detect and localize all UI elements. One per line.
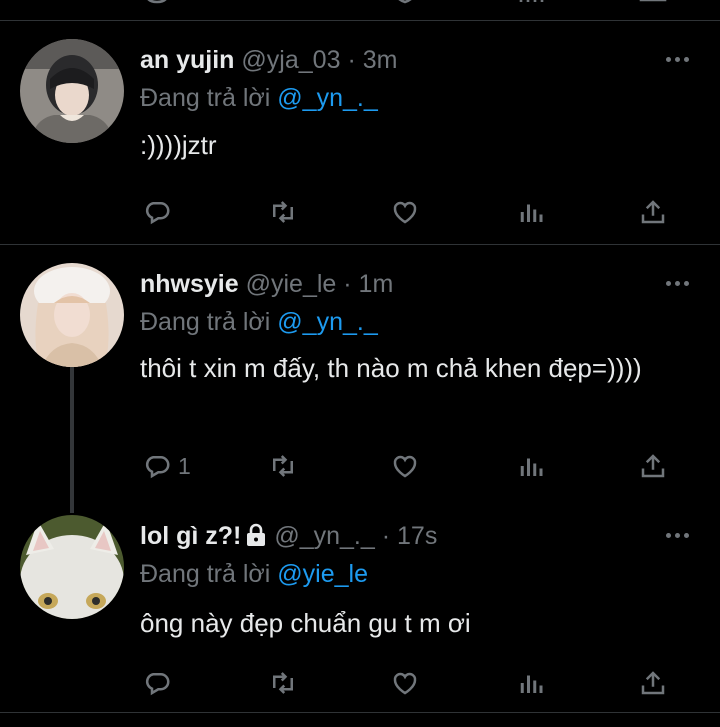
tweet-header: nhwsyie @yie_le · 1m xyxy=(140,268,393,300)
separator-dot: · xyxy=(347,46,356,74)
lock-icon xyxy=(245,523,267,555)
views-button[interactable] xyxy=(516,666,546,700)
user-handle[interactable]: @_yn_._ xyxy=(274,522,374,550)
display-name[interactable]: nhwsyie xyxy=(140,270,239,298)
tweet-text: thôi t xin m đấy, th nào m chả khen đẹp=… xyxy=(140,353,642,383)
retweet-icon[interactable] xyxy=(270,0,300,11)
views-icon xyxy=(520,458,543,476)
views-icon[interactable] xyxy=(516,0,546,11)
share-button[interactable] xyxy=(638,195,668,229)
timestamp[interactable]: 17s xyxy=(397,522,437,550)
display-name[interactable]: lol gì z?! xyxy=(140,522,241,550)
reply-button[interactable] xyxy=(142,195,178,229)
tweet-actions xyxy=(140,195,680,229)
tweet-header: lol gì z?! @_yn_._ · 17s xyxy=(140,520,437,555)
reply-context: Đang trả lời @_yn_._ xyxy=(140,82,378,114)
reply-prefix: Đang trả lời xyxy=(140,560,278,588)
like-button[interactable] xyxy=(390,195,420,229)
tweet-text: :))))jztr xyxy=(140,130,217,160)
share-icon xyxy=(641,671,665,695)
like-button[interactable] xyxy=(390,666,420,700)
retweet-button[interactable] xyxy=(268,666,298,700)
retweet-button[interactable] xyxy=(268,195,298,229)
tweet-text: ông này đẹp chuẩn gu t m ơi xyxy=(140,608,471,638)
reply-icon xyxy=(145,456,170,479)
separator-dot: · xyxy=(381,522,391,550)
tweet-actions xyxy=(140,666,680,700)
tweet-header: an yujin @yja_03 · 3m xyxy=(140,44,397,76)
more-icon[interactable] xyxy=(666,55,692,65)
divider xyxy=(0,712,720,713)
share-icon xyxy=(641,454,665,478)
reply-mention[interactable]: @_yn_._ xyxy=(277,84,377,112)
share-icon xyxy=(641,200,665,224)
separator-dot: · xyxy=(343,270,352,298)
reply-button[interactable]: 1 xyxy=(142,449,191,483)
timestamp[interactable]: 1m xyxy=(359,270,394,298)
share-button[interactable] xyxy=(638,666,668,700)
reply-context: Đang trả lời @yie_le xyxy=(140,558,368,590)
previous-tweet-actions xyxy=(0,0,720,20)
reply-icon xyxy=(145,202,170,225)
timestamp[interactable]: 3m xyxy=(363,46,398,74)
tweet[interactable]: nhwsyie @yie_le · 1m Đang trả lời @_yn_.… xyxy=(0,245,720,495)
avatar[interactable] xyxy=(20,515,124,619)
reply-icon xyxy=(145,673,170,696)
avatar[interactable] xyxy=(20,39,124,143)
more-icon[interactable] xyxy=(666,279,692,289)
views-icon xyxy=(520,675,543,693)
reply-mention[interactable]: @yie_le xyxy=(277,560,368,588)
views-icon xyxy=(520,204,543,222)
reply-prefix: Đang trả lời xyxy=(140,308,278,336)
retweet-icon xyxy=(273,455,293,477)
views-button[interactable] xyxy=(516,449,546,483)
reply-count: 1 xyxy=(178,452,191,479)
like-icon xyxy=(393,672,417,695)
avatar[interactable] xyxy=(20,263,124,367)
like-icon xyxy=(393,455,417,478)
tweet-actions: 1 xyxy=(140,449,680,483)
reply-context: Đang trả lời @_yn_._ xyxy=(140,306,378,338)
reply-button[interactable] xyxy=(142,666,178,700)
tweet[interactable]: lol gì z?! @_yn_._ · 17s Đang trả lời @y… xyxy=(0,495,720,711)
retweet-icon xyxy=(273,672,293,694)
views-button[interactable] xyxy=(516,195,546,229)
display-name[interactable]: an yujin xyxy=(140,46,234,74)
user-handle[interactable]: @yie_le xyxy=(246,270,337,298)
reply-icon[interactable] xyxy=(142,0,172,11)
share-button[interactable] xyxy=(638,449,668,483)
reply-prefix: Đang trả lời xyxy=(140,84,278,112)
like-icon[interactable] xyxy=(390,0,420,11)
retweet-icon xyxy=(273,201,293,223)
like-icon xyxy=(393,201,417,224)
share-icon[interactable] xyxy=(638,0,668,11)
more-icon[interactable] xyxy=(666,531,692,541)
like-button[interactable] xyxy=(390,449,420,483)
retweet-button[interactable] xyxy=(268,449,298,483)
reply-mention[interactable]: @_yn_._ xyxy=(277,308,377,336)
user-handle[interactable]: @yja_03 xyxy=(241,46,340,74)
tweet[interactable]: an yujin @yja_03 · 3m Đang trả lời @_yn_… xyxy=(0,21,720,244)
